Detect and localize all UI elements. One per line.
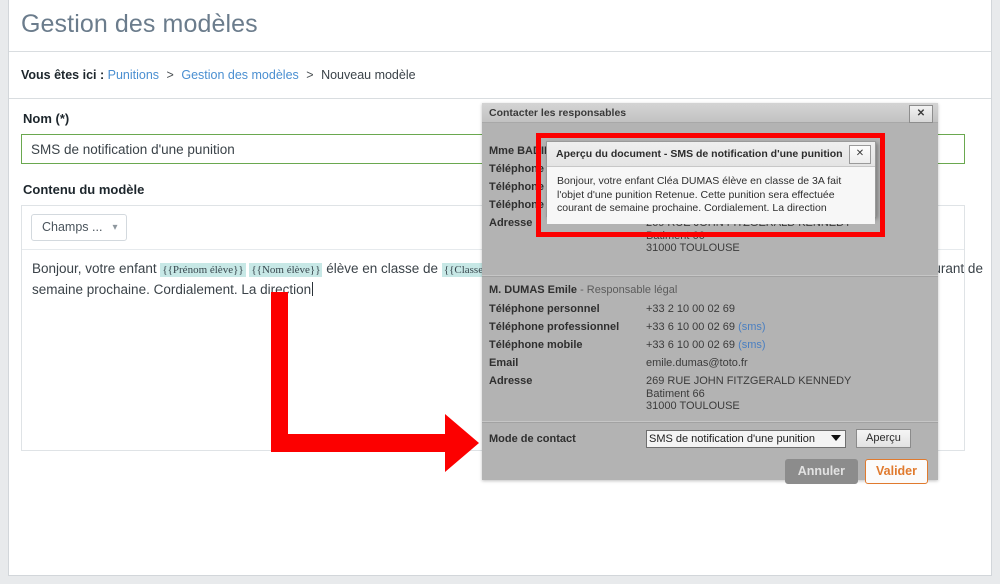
responsible-2-row-phone-mobile: Téléphone mobile +33 6 10 00 02 69 (sms) [482,336,938,354]
fields-dropdown-label: Champs ... [42,220,103,234]
responsible-divider [482,275,938,277]
breadcrumb-prefix: Vous êtes ici : [21,68,105,82]
breadcrumb-item-gestion-des-modeles[interactable]: Gestion des modèles [181,68,298,82]
row-key: Téléphone personnel [489,303,600,315]
row-value: +33 6 10 00 02 69 (sms) [646,321,766,333]
app-page: Gestion des modèles Vous êtes ici : Puni… [8,0,992,576]
row-key: Téléphone professionnel [489,321,620,333]
responsible-2-row-address: Adresse 269 RUE JOHN FITZGERALD KENNEDY … [482,372,938,416]
row-key: Adresse [489,375,533,387]
contact-mode-row: Mode de contact SMS de notification d'un… [482,429,938,448]
fields-dropdown-button[interactable]: Champs ... ▾ [31,214,128,241]
breadcrumb: Vous êtes ici : Punitions > Gestion des … [9,52,991,98]
row-value: +33 6 10 00 02 69 (sms) [646,339,766,351]
breadcrumb-item-nouveau-modele: Nouveau modèle [321,68,416,82]
responsible-2-name: M. DUMAS Emile - Responsable légal [482,284,938,296]
sms-link[interactable]: (sms) [738,321,766,333]
modal-actions: Annuler Valider [784,459,928,484]
validate-button[interactable]: Valider [865,459,928,484]
close-icon[interactable]: ✕ [849,145,871,164]
address-line-2: Batiment 66 [646,387,705,400]
responsible-2-row-phone-work: Téléphone professionnel +33 6 10 00 02 6… [482,318,938,336]
row-value-text: +33 6 10 00 02 69 [646,321,735,333]
modal-title-text: Contacter les responsables [489,107,627,119]
responsible-block-2: M. DUMAS Emile - Responsable légal Télép… [482,284,938,416]
contact-mode-select[interactable]: SMS de notification d'une punition [646,429,846,448]
token-nom-eleve: {{Nom élève}} [249,263,323,277]
close-icon[interactable]: ✕ [909,105,933,123]
content-seg-3: élève en classe de [322,261,442,276]
preview-body: Bonjour, votre enfant Cléa DUMAS élève e… [547,167,875,224]
text-caret [312,282,314,296]
row-value-text: +33 6 10 00 02 69 [646,339,735,351]
breadcrumb-separator-2: > [306,68,314,82]
breadcrumb-separator-1: > [166,68,174,82]
responsible-2-role: - Responsable légal [580,284,678,296]
contact-mode-selected-value: SMS de notification d'une punition [649,432,815,445]
content-seg-1: Bonjour, votre enfant [32,261,161,276]
row-key: Email [489,357,519,369]
responsible-2-row-email: Email emile.dumas@toto.fr [482,354,938,372]
preview-title-text: Aperçu du document - SMS de notification… [556,148,843,160]
row-value-text: +33 2 10 00 02 69 [646,303,735,315]
row-value: 269 RUE JOHN FITZGERALD KENNEDY Batiment… [646,375,851,413]
address-line-3: 31000 TOULOUSE [646,242,740,254]
address-line-3: 31000 TOULOUSE [646,400,740,412]
chevron-down-icon [831,434,841,441]
responsible-2-name-text: M. DUMAS Emile [489,284,578,296]
contact-mode-divider [482,421,938,423]
modal-title-bar: Contacter les responsables ✕ [482,103,938,123]
row-key: Téléphone mobile [489,339,583,351]
breadcrumb-item-punitions[interactable]: Punitions [108,68,159,82]
document-preview-popup: Aperçu du document - SMS de notification… [546,141,876,224]
address-line-2: Batiment 66 [646,229,705,242]
content-line-2: semaine prochaine. Cordialement. La dire… [32,282,312,297]
address-line-1: 269 RUE JOHN FITZGERALD KENNEDY [646,375,852,387]
row-value: emile.dumas@toto.fr [646,357,748,369]
cancel-button[interactable]: Annuler [784,459,858,484]
sms-link[interactable]: (sms) [738,339,766,351]
preview-line-1: Bonjour, votre enfant Cléa DUMAS élève e… [557,175,842,187]
page-title: Gestion des modèles [21,10,258,38]
row-value: +33 2 10 00 02 69 [646,303,735,315]
preview-line-3: courant de semaine prochaine. Cordialeme… [557,202,827,214]
preview-title-bar: Aperçu du document - SMS de notification… [547,142,875,167]
preview-line-2: l'objet d'une punition Retenue. Cette pu… [557,188,835,201]
chevron-down-icon: ▾ [112,222,118,233]
token-prenom-eleve: {{Prénom élève}} [160,263,246,277]
preview-button[interactable]: Aperçu [856,429,911,448]
contact-mode-label: Mode de contact [489,432,576,445]
responsible-2-row-phone-personal: Téléphone personnel +33 2 10 00 02 69 [482,296,938,318]
